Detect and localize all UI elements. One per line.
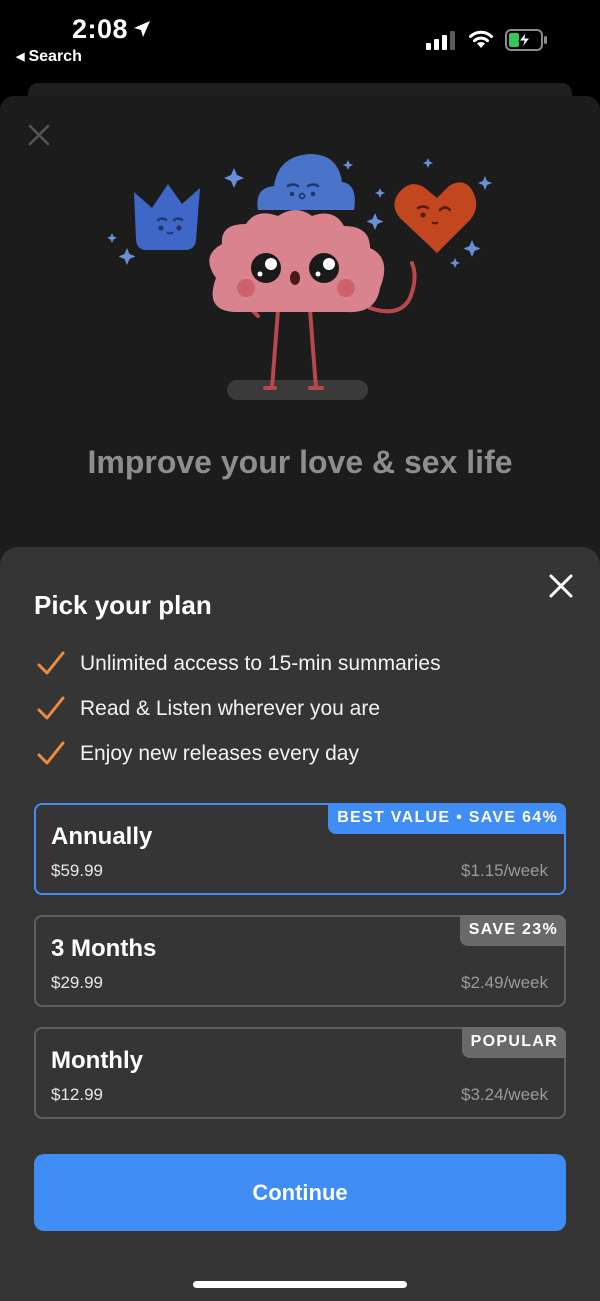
back-label: Search bbox=[28, 48, 82, 65]
checkmark-icon bbox=[37, 651, 65, 675]
feature-text: Enjoy new releases every day bbox=[80, 742, 359, 765]
plan-weekly-price: $1.15/week bbox=[461, 861, 548, 880]
checkmark-icon bbox=[37, 741, 65, 765]
back-to-search-link[interactable]: ◀ Search bbox=[16, 48, 82, 66]
brain-character bbox=[209, 210, 417, 390]
plan-price: $59.99 bbox=[51, 861, 103, 880]
crown-character bbox=[134, 184, 200, 250]
plan-badge: BEST VALUE • SAVE 64% bbox=[328, 803, 566, 834]
plan-price: $29.99 bbox=[51, 973, 103, 992]
background-close-icon[interactable] bbox=[28, 124, 50, 146]
modal-title: Pick your plan bbox=[34, 590, 212, 620]
continue-button[interactable]: Continue bbox=[34, 1154, 566, 1231]
plan-badge: SAVE 23% bbox=[459, 915, 566, 946]
plan-price: $12.99 bbox=[51, 1085, 103, 1104]
location-arrow-icon bbox=[134, 21, 150, 37]
cellular-signal-icon bbox=[426, 31, 455, 50]
plan-option-monthly[interactable]: POPULAR Monthly $12.99 $3.24/week bbox=[34, 1027, 566, 1119]
plan-name: 3 Months bbox=[51, 935, 157, 962]
plan-option-3-months[interactable]: SAVE 23% 3 Months $29.99 $2.49/week bbox=[34, 915, 566, 1007]
back-triangle-icon: ◀ bbox=[16, 51, 25, 63]
home-indicator bbox=[193, 1281, 407, 1288]
plan-name: Monthly bbox=[51, 1047, 143, 1074]
battery-charging-icon bbox=[505, 29, 547, 51]
status-time: 2:08 bbox=[72, 14, 129, 44]
wifi-icon bbox=[469, 30, 493, 48]
feature-item: Unlimited access to 15-min summaries bbox=[36, 644, 441, 684]
feature-item: Read & Listen wherever you are bbox=[36, 689, 380, 729]
heart-character bbox=[394, 182, 477, 253]
plan-badge: POPULAR bbox=[461, 1027, 566, 1058]
cloud-character bbox=[257, 154, 355, 210]
plan-weekly-price: $2.49/week bbox=[461, 973, 548, 992]
feature-text: Unlimited access to 15-min summaries bbox=[80, 652, 441, 675]
hero-illustration bbox=[107, 154, 492, 400]
feature-text: Read & Listen wherever you are bbox=[80, 697, 380, 720]
checkmark-icon bbox=[37, 696, 65, 720]
plan-weekly-price: $3.24/week bbox=[461, 1085, 548, 1104]
close-icon[interactable] bbox=[548, 573, 574, 599]
plan-name: Annually bbox=[51, 823, 153, 850]
status-bar: 2:08 ◀ Search bbox=[0, 0, 600, 80]
feature-item: Enjoy new releases every day bbox=[36, 734, 359, 774]
plan-option-annually[interactable]: BEST VALUE • SAVE 64% Annually $59.99 $1… bbox=[34, 803, 566, 895]
background-headline: Improve your love & sex life bbox=[87, 444, 513, 480]
